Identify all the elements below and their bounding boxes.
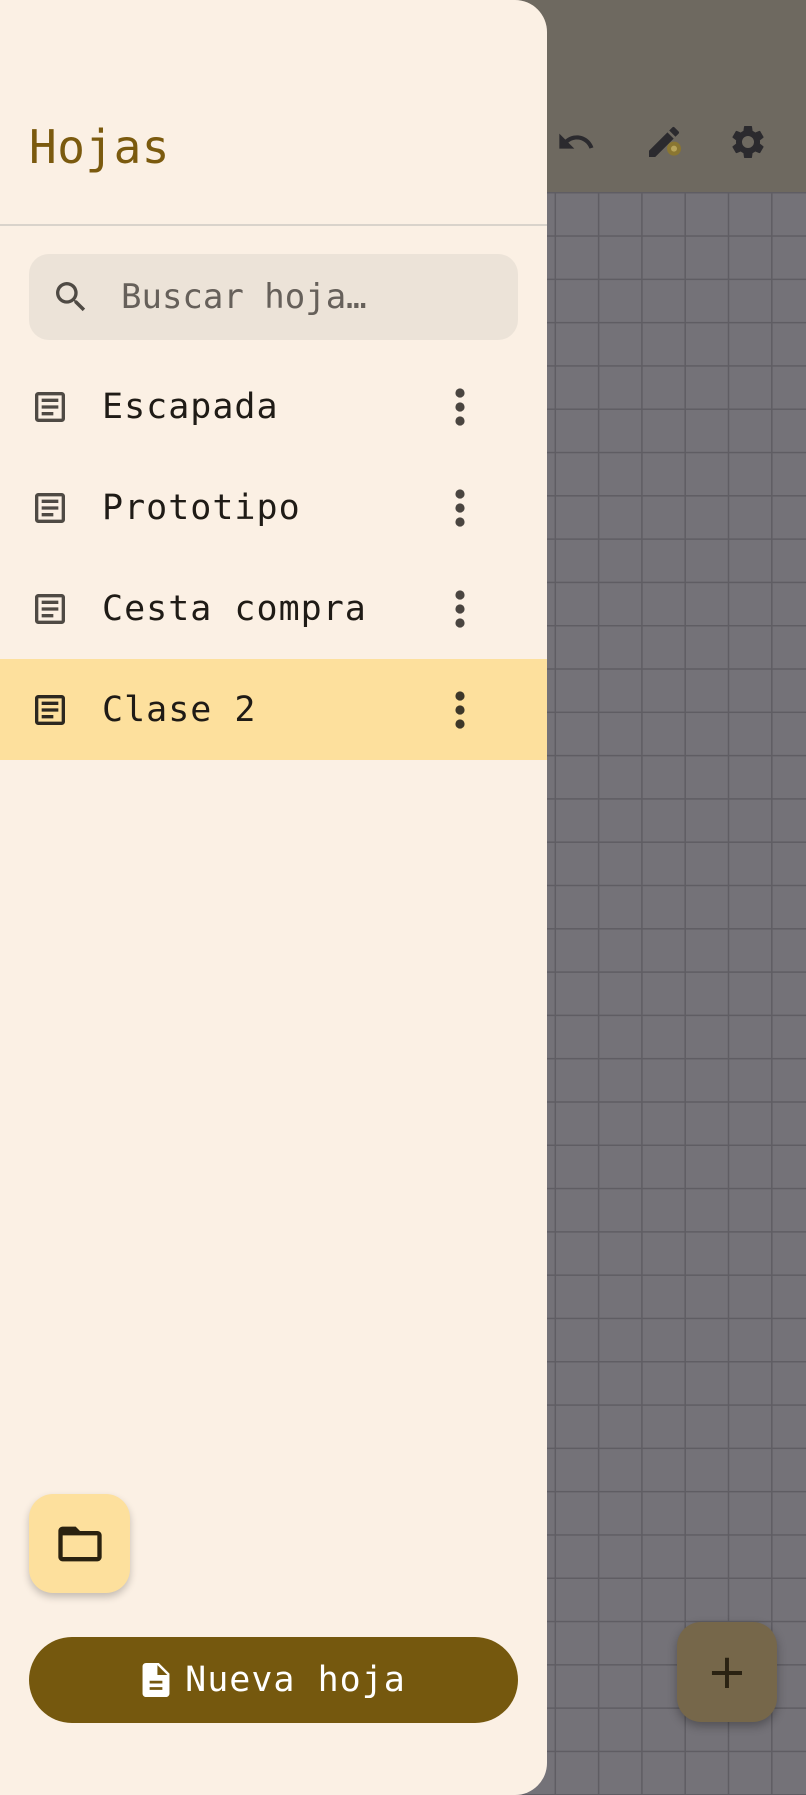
- plus-icon: +: [706, 1644, 748, 1700]
- search-icon: [56, 282, 86, 312]
- more-options-button[interactable]: [440, 680, 480, 740]
- new-sheet-button[interactable]: Nueva hoja: [29, 1637, 518, 1723]
- search-input[interactable]: [121, 277, 501, 317]
- more-options-button[interactable]: [440, 478, 480, 538]
- sheet-list: Escapada Prototipo Cesta compra Clase 2: [0, 356, 547, 760]
- more-vert-icon: [455, 387, 465, 426]
- sheet-label: Clase 2: [102, 689, 257, 730]
- sheet-item-cesta-compra[interactable]: Cesta compra: [0, 558, 547, 659]
- folder-icon: [57, 1526, 102, 1561]
- sheet-label: Escapada: [102, 386, 279, 427]
- more-options-button[interactable]: [440, 377, 480, 437]
- new-sheet-label: Nueva hoja: [185, 1660, 406, 1700]
- file-icon: [142, 1663, 170, 1697]
- more-vert-icon: [455, 488, 465, 527]
- settings-button[interactable]: [724, 118, 772, 166]
- undo-button[interactable]: [552, 118, 600, 166]
- drawer-title: Hojas: [29, 120, 170, 174]
- folder-button[interactable]: [29, 1494, 130, 1593]
- undo-icon: [559, 133, 594, 149]
- more-vert-icon: [455, 690, 465, 729]
- divider: [0, 224, 547, 226]
- more-vert-icon: [455, 589, 465, 628]
- document-icon: [35, 492, 65, 523]
- settings-icon: [732, 125, 764, 158]
- sheet-item-clase-2[interactable]: Clase 2: [0, 659, 547, 760]
- sheet-item-prototipo[interactable]: Prototipo: [0, 457, 547, 558]
- more-options-button[interactable]: [440, 579, 480, 639]
- document-icon: [35, 593, 65, 624]
- sheet-label: Cesta compra: [102, 588, 367, 629]
- add-fab[interactable]: +: [677, 1622, 777, 1722]
- pen-icon: [649, 126, 681, 157]
- search-bar[interactable]: [29, 254, 518, 340]
- document-icon: [35, 391, 65, 422]
- sheets-drawer: Hojas Escapada Prototipo Cesta compra: [0, 0, 547, 1795]
- pen-tool-button[interactable]: [640, 118, 688, 166]
- sheet-item-escapada[interactable]: Escapada: [0, 356, 547, 457]
- document-icon: [35, 694, 65, 725]
- sheet-label: Prototipo: [102, 487, 301, 528]
